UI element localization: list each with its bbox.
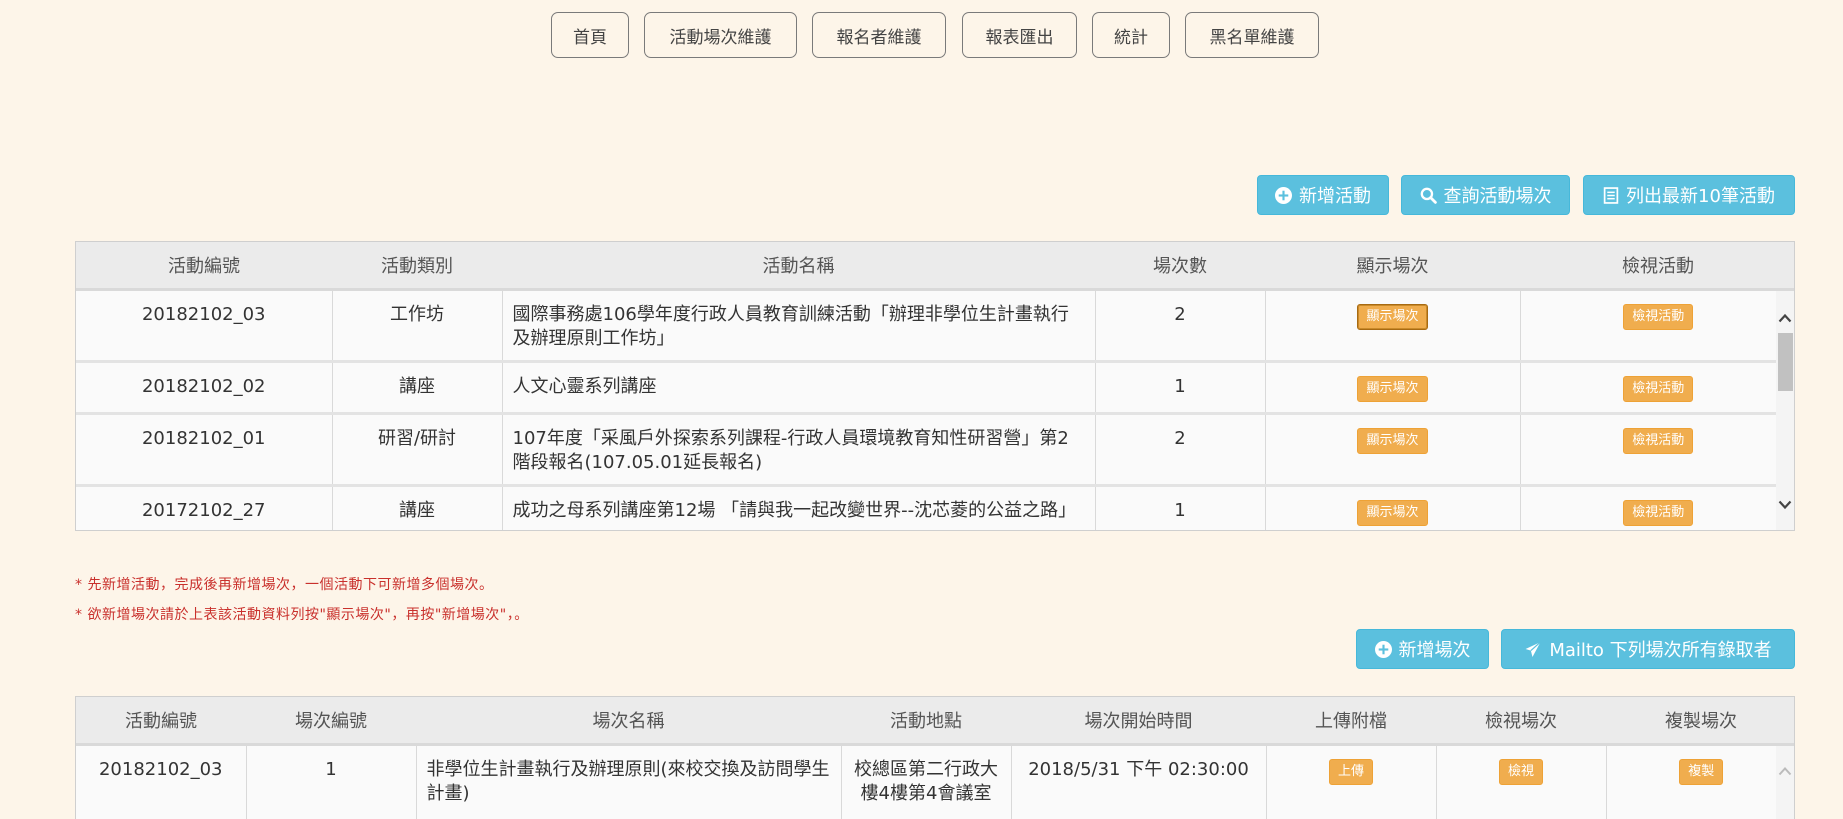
activity-id-cell: 20182102_02 (76, 361, 333, 415)
activity-id-cell: 20172102_27 (76, 485, 333, 530)
header-session-count[interactable]: 場次數 (1095, 242, 1265, 291)
mailto-admitted-button[interactable]: Mailto 下列場次所有錄取者 (1501, 629, 1795, 669)
session-name-cell: 非學位生計畫執行及辦理原則(來校交換及訪問學生計畫) (416, 744, 842, 819)
scroll-thumb[interactable] (1778, 333, 1793, 391)
show-sessions-cell: 顯示場次 (1265, 485, 1521, 530)
header-activity-category[interactable]: 活動類別 (332, 242, 502, 291)
activity-table: 活動編號 活動類別 活動名稱 場次數 顯示場次 檢視活動 20182102_03… (75, 241, 1795, 531)
header-session-name[interactable]: 場次名稱 (416, 697, 841, 746)
nav-home-button[interactable]: 首頁 (551, 12, 629, 58)
nav-registrant-maintenance-button[interactable]: 報名者維護 (812, 12, 946, 58)
header-view-activity: 檢視活動 (1520, 242, 1794, 291)
header-session-id[interactable]: 場次編號 (246, 697, 416, 746)
add-activity-label: 新增活動 (1299, 186, 1371, 207)
show-sessions-button[interactable]: 顯示場次 (1357, 500, 1428, 526)
query-sessions-label: 查詢活動場次 (1443, 186, 1552, 207)
upload-cell: 上傳 (1266, 744, 1437, 819)
table-row[interactable]: 20182102_01 研習/研討 107年度「采風戶外探索系列課程-行政人員環… (76, 413, 1794, 487)
activity-id-cell: 20182102_03 (76, 289, 333, 363)
activity-category-cell: 講座 (332, 361, 503, 415)
show-sessions-button[interactable]: 顯示場次 (1357, 304, 1428, 330)
show-sessions-button[interactable]: 顯示場次 (1357, 376, 1428, 402)
activity-name-cell: 成功之母系列講座第12場 「請與我一起改變世界--沈芯菱的公益之路」 (502, 485, 1096, 530)
activity-category-cell: 講座 (332, 485, 503, 530)
table-row[interactable]: 20182102_03 1 非學位生計畫執行及辦理原則(來校交換及訪問學生計畫)… (76, 744, 1794, 819)
scroll-down-arrow[interactable] (1776, 496, 1794, 514)
scroll-up-arrow[interactable] (1776, 762, 1794, 780)
session-count-cell: 2 (1095, 289, 1266, 363)
view-session-cell: 檢視 (1436, 744, 1607, 819)
activity-category-cell: 工作坊 (332, 289, 503, 363)
plus-circle-icon (1374, 640, 1392, 658)
add-session-button[interactable]: 新增場次 (1356, 629, 1489, 669)
top-nav: 首頁 活動場次維護 報名者維護 報表匯出 統計 黑名單維護 (0, 12, 1843, 60)
activity-id-cell: 20182102_01 (76, 413, 333, 487)
header-view-session: 檢視場次 (1436, 697, 1606, 746)
view-activity-cell: 檢視活動 (1520, 413, 1794, 487)
mailto-label: Mailto 下列場次所有錄取者 (1549, 640, 1772, 661)
view-activity-button[interactable]: 檢視活動 (1623, 428, 1694, 454)
show-sessions-cell: 顯示場次 (1265, 289, 1521, 363)
copy-session-cell: 複製 (1606, 744, 1794, 819)
session-table-scrollbar[interactable] (1776, 746, 1794, 819)
show-sessions-cell: 顯示場次 (1265, 361, 1521, 415)
view-activity-cell: 檢視活動 (1520, 289, 1794, 363)
chevron-up-icon (1778, 313, 1792, 323)
table-row[interactable]: 20182102_02 講座 人文心靈系列講座 1 顯示場次 檢視活動 (76, 361, 1794, 415)
header-show-sessions: 顯示場次 (1265, 242, 1520, 291)
header-activity-name[interactable]: 活動名稱 (502, 242, 1095, 291)
scroll-up-arrow[interactable] (1776, 309, 1794, 327)
chevron-down-icon (1778, 500, 1792, 510)
add-activity-button[interactable]: 新增活動 (1257, 175, 1389, 215)
note-line-1: * 先新增活動，完成後再新增場次，一個活動下可新增多個場次。 (75, 577, 494, 593)
search-icon (1420, 187, 1437, 204)
nav-report-export-button[interactable]: 報表匯出 (962, 12, 1077, 58)
session-start-cell: 2018/5/31 下午 02:30:00 (1011, 744, 1267, 819)
activity-name-cell: 人文心靈系列講座 (502, 361, 1096, 415)
note-line-2: * 欲新增場次請於上表該活動資料列按"顯示場次"，再按"新增場次"，。 (75, 607, 529, 623)
view-activity-button[interactable]: 檢視活動 (1623, 500, 1694, 526)
add-session-label: 新增場次 (1398, 640, 1471, 661)
header-activity-id[interactable]: 活動編號 (76, 697, 246, 746)
session-activity-id-cell: 20182102_03 (76, 744, 247, 819)
header-location[interactable]: 活動地點 (841, 697, 1011, 746)
header-activity-id[interactable]: 活動編號 (76, 242, 332, 291)
view-session-button[interactable]: 檢視 (1498, 759, 1543, 785)
activity-table-scrollbar[interactable] (1776, 291, 1794, 530)
list-latest-activities-button[interactable]: 列出最新10筆活動 (1583, 175, 1795, 215)
header-upload-attachment: 上傳附檔 (1266, 697, 1436, 746)
session-number-cell: 1 (246, 744, 417, 819)
paper-plane-icon (1525, 641, 1542, 657)
session-count-cell: 2 (1095, 413, 1266, 487)
nav-statistics-button[interactable]: 統計 (1092, 12, 1170, 58)
plus-circle-icon (1275, 186, 1292, 204)
session-table: 活動編號 場次編號 場次名稱 活動地點 場次開始時間 上傳附檔 檢視場次 複製場… (75, 696, 1795, 819)
copy-session-button[interactable]: 複製 (1679, 759, 1724, 785)
header-start-time[interactable]: 場次開始時間 (1011, 697, 1266, 746)
view-activity-cell: 檢視活動 (1520, 485, 1794, 530)
query-sessions-button[interactable]: 查詢活動場次 (1401, 175, 1570, 215)
table-row[interactable]: 20182102_03 工作坊 國際事務處106學年度行政人員教育訓練活動「辦理… (76, 289, 1794, 363)
list-icon (1603, 186, 1619, 204)
activity-name-cell: 國際事務處106學年度行政人員教育訓練活動「辦理非學位生計畫執行及辦理原則工作坊… (502, 289, 1096, 363)
view-activity-button[interactable]: 檢視活動 (1623, 376, 1694, 402)
list-latest-label: 列出最新10筆活動 (1626, 186, 1775, 207)
nav-session-maintenance-button[interactable]: 活動場次維護 (644, 12, 797, 58)
session-count-cell: 1 (1095, 485, 1266, 530)
view-activity-button[interactable]: 檢視活動 (1623, 304, 1694, 330)
chevron-up-icon (1778, 767, 1792, 776)
activity-name-cell: 107年度「采風戶外探索系列課程-行政人員環境教育知性研習營」第2階段報名(10… (502, 413, 1096, 487)
show-sessions-cell: 顯示場次 (1265, 413, 1521, 487)
table-row[interactable]: 20172102_27 講座 成功之母系列講座第12場 「請與我一起改變世界--… (76, 485, 1794, 530)
session-count-cell: 1 (1095, 361, 1266, 415)
show-sessions-button[interactable]: 顯示場次 (1357, 428, 1428, 454)
nav-blacklist-button[interactable]: 黑名單維護 (1185, 12, 1319, 58)
session-location-cell: 校總區第二行政大樓4樓第4會議室 (841, 744, 1012, 819)
activity-category-cell: 研習/研討 (332, 413, 503, 487)
view-activity-cell: 檢視活動 (1520, 361, 1794, 415)
upload-button[interactable]: 上傳 (1328, 759, 1373, 785)
header-copy-session: 複製場次 (1606, 697, 1794, 746)
